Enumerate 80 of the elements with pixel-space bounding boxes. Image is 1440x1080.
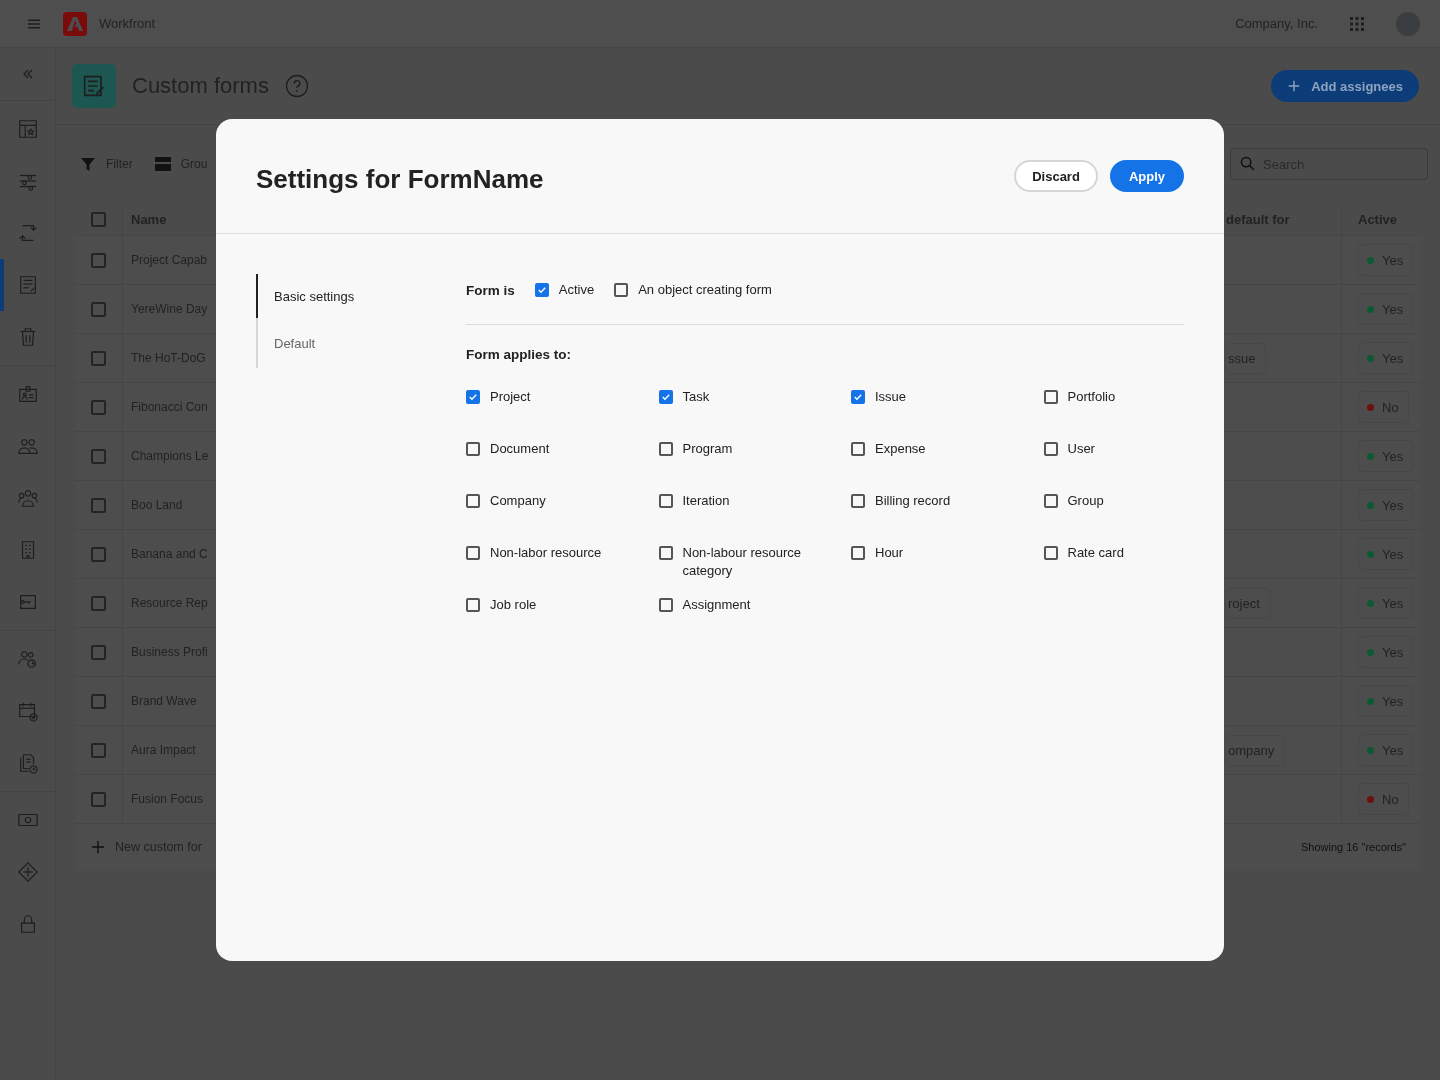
discard-button[interactable]: Discard <box>1014 160 1098 192</box>
settings-nav-item[interactable]: Default <box>256 318 464 368</box>
checkbox-label: Group <box>1067 492 1104 510</box>
checkbox[interactable] <box>1043 494 1058 508</box>
row-checkbox[interactable] <box>91 301 106 317</box>
section-heading: Form applies to: <box>466 347 572 362</box>
checkbox[interactable] <box>1043 442 1058 456</box>
settings-nav-item[interactable]: Basic settings <box>256 274 464 318</box>
app-logo-icon <box>63 11 87 36</box>
checkbox-label: Rate card <box>1067 544 1124 562</box>
checkbox[interactable] <box>466 494 480 508</box>
checkbox-label: Iteration <box>682 492 730 510</box>
row-checkbox[interactable] <box>91 252 106 268</box>
checkbox-label: User <box>1067 440 1095 458</box>
checkbox[interactable] <box>658 546 673 560</box>
checkbox[interactable] <box>534 283 549 297</box>
record-count: Showing 16 "records" <box>1300 841 1406 853</box>
checkbox-label: Job role <box>490 596 537 614</box>
checkbox-label: Hour <box>875 544 904 562</box>
row-checkbox[interactable] <box>91 791 106 807</box>
row-checkbox[interactable] <box>91 546 106 562</box>
row-checkbox[interactable] <box>91 448 106 464</box>
row-checkbox[interactable] <box>91 644 106 660</box>
checkbox[interactable] <box>658 390 673 404</box>
checkbox[interactable] <box>466 598 480 612</box>
filter-icon <box>80 156 96 172</box>
checkmark-icon <box>468 392 478 402</box>
checkbox[interactable] <box>466 390 480 404</box>
group-icon <box>16 487 39 509</box>
checkbox-label: Project <box>490 388 531 406</box>
dialog-title: Settings for FormName <box>256 163 544 195</box>
people-clock-icon <box>16 648 39 670</box>
plus-icon <box>1287 79 1302 93</box>
row-checkbox[interactable] <box>91 399 106 415</box>
row-checkbox[interactable] <box>91 595 106 611</box>
checkbox[interactable] <box>658 598 673 612</box>
checkbox[interactable] <box>658 442 673 456</box>
checkbox[interactable] <box>1043 390 1058 404</box>
checkbox-label: Document <box>490 440 550 458</box>
group-rows-icon <box>154 156 171 172</box>
checkbox-label: Non-labour resource category <box>682 544 802 580</box>
form-is-label: Form is <box>466 282 515 298</box>
custom-forms-icon <box>72 64 116 108</box>
search-icon <box>1240 156 1255 171</box>
checkbox-label: Active <box>558 281 595 299</box>
checkmark-icon <box>853 392 863 402</box>
row-checkbox[interactable] <box>91 350 106 366</box>
apply-button[interactable]: Apply <box>1109 160 1184 192</box>
row-checkbox[interactable] <box>91 497 106 513</box>
checkbox[interactable] <box>851 390 865 404</box>
checkbox-label: Company <box>490 492 546 510</box>
checkbox[interactable] <box>851 494 865 508</box>
checkbox[interactable] <box>658 494 673 508</box>
id-card-icon <box>16 383 39 405</box>
checkbox-label: Program <box>682 440 733 458</box>
help-icon[interactable] <box>284 74 309 98</box>
diamond-icon <box>16 861 39 883</box>
plus-icon <box>91 840 105 854</box>
checkbox-label: An object creating form <box>638 281 772 299</box>
checkmark-icon <box>536 285 547 295</box>
checkbox-label: Expense <box>875 440 926 458</box>
checkbox[interactable] <box>466 546 480 560</box>
checkbox-label: Issue <box>875 388 907 406</box>
checkbox-label: Non-labor resource <box>490 544 602 562</box>
calendar-check-icon <box>16 700 39 722</box>
select-all-checkbox[interactable] <box>91 211 106 227</box>
add-assignees-button[interactable]: Add assignees <box>1271 70 1419 102</box>
checkbox[interactable] <box>614 283 629 297</box>
row-checkbox[interactable] <box>91 693 106 709</box>
checkbox[interactable] <box>851 546 865 560</box>
checkbox-label: Billing record <box>875 492 951 510</box>
checkmark-icon <box>660 392 671 402</box>
apps-grid-icon[interactable] <box>1348 14 1366 33</box>
checkbox-label: Portfolio <box>1067 388 1116 406</box>
row-checkbox[interactable] <box>91 742 106 758</box>
checkbox[interactable] <box>1043 546 1058 560</box>
checkbox[interactable] <box>851 442 865 456</box>
checkbox-label: Assignment <box>682 596 751 614</box>
checkbox-label: Task <box>682 388 710 406</box>
checkbox[interactable] <box>466 442 480 456</box>
